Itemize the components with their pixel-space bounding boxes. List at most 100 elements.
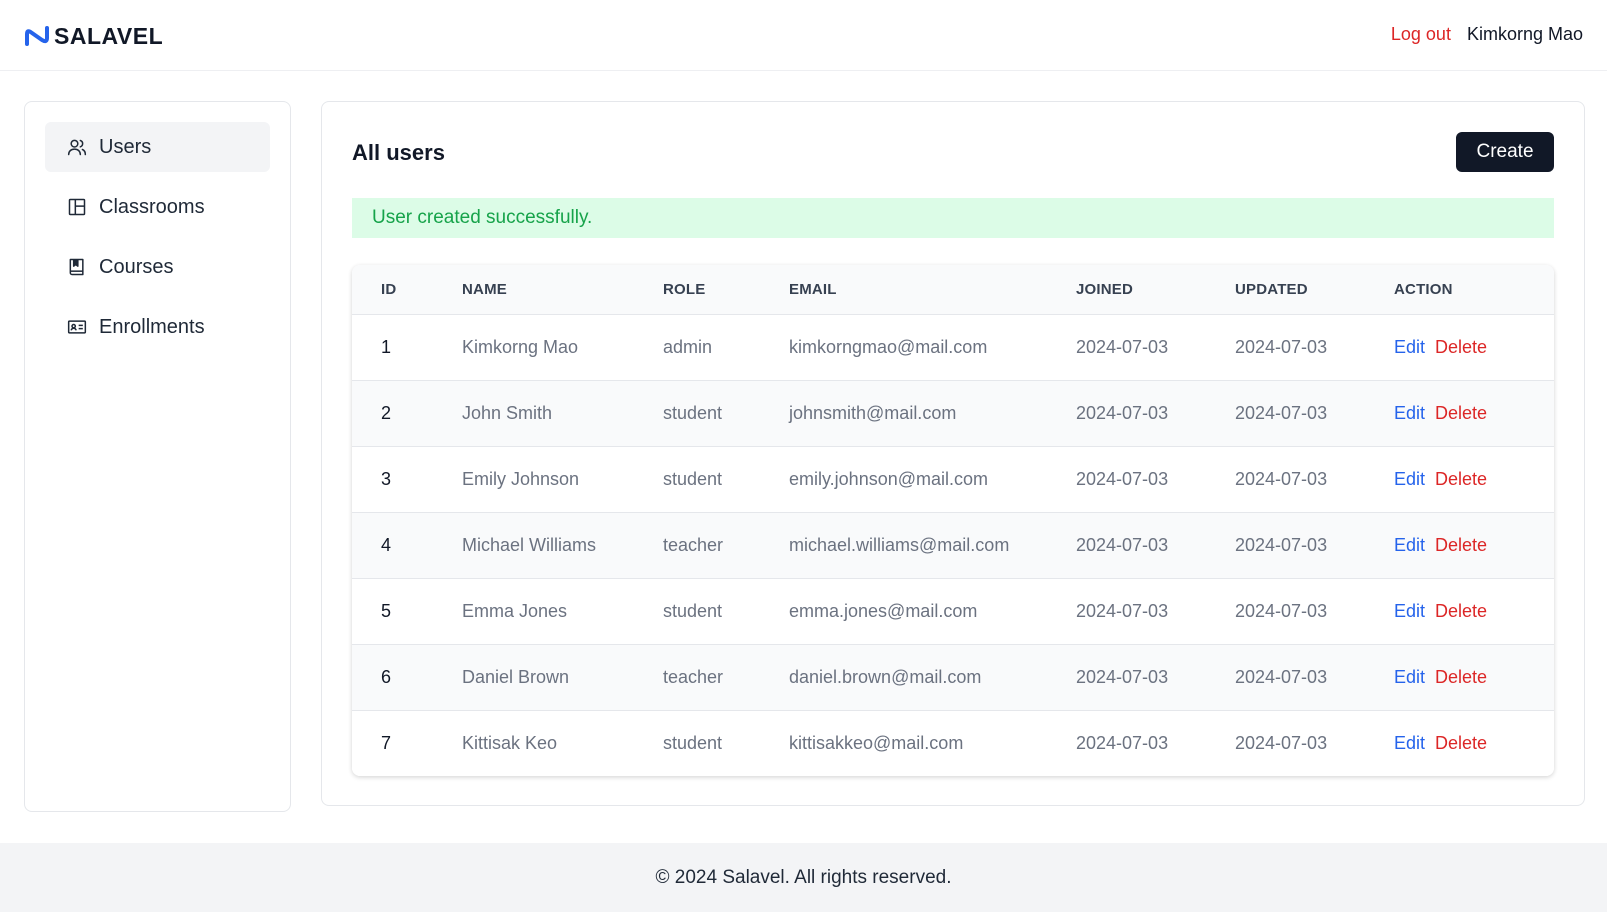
delete-link[interactable]: Delete: [1435, 403, 1487, 423]
brand-logo[interactable]: SALAVEL: [24, 22, 163, 50]
edit-link[interactable]: Edit: [1394, 403, 1425, 423]
cell-email: johnsmith@mail.com: [789, 402, 957, 423]
id-card-icon: [67, 320, 87, 334]
sidebar-item-classrooms[interactable]: Classrooms: [45, 182, 270, 232]
table-row: 3 Emily Johnson student emily.johnson@ma…: [352, 446, 1554, 512]
user-menu: Log out Kimkorng Mao: [1391, 24, 1583, 45]
edit-link[interactable]: Edit: [1394, 535, 1425, 555]
edit-link[interactable]: Edit: [1394, 337, 1425, 357]
page-footer: © 2024 Salavel. All rights reserved.: [0, 843, 1607, 912]
cell-id: 1: [381, 336, 392, 357]
sidebar-item-label: Courses: [99, 255, 174, 278]
layout-icon: [68, 198, 86, 216]
cell-joined: 2024-07-03: [1076, 732, 1169, 753]
logout-link[interactable]: Log out: [1391, 24, 1451, 45]
sidebar-item-users[interactable]: Users: [45, 122, 270, 172]
cell-email: kittisakkeo@mail.com: [789, 732, 964, 753]
cell-id: 4: [381, 534, 392, 555]
table-row: 1 Kimkorng Mao admin kimkorngmao@mail.co…: [352, 314, 1554, 380]
sidebar: Users Classrooms Courses Enrollments: [24, 101, 291, 812]
cell-id: 2: [381, 402, 392, 423]
main-panel: All users Create User created successful…: [321, 101, 1585, 806]
cell-joined: 2024-07-03: [1076, 336, 1169, 357]
delete-link[interactable]: Delete: [1435, 535, 1487, 555]
cell-joined: 2024-07-03: [1076, 468, 1169, 489]
cell-updated: 2024-07-03: [1235, 468, 1328, 489]
edit-link[interactable]: Edit: [1394, 601, 1425, 621]
brand-name: SALAVEL: [54, 22, 164, 49]
cell-action: Edit Delete: [1394, 314, 1554, 380]
table-header-row: ID NAME ROLE EMAIL JOINED UPDATED ACTION: [352, 265, 1554, 314]
sidebar-item-label: Enrollments: [99, 315, 205, 338]
cell-joined: 2024-07-03: [1076, 666, 1169, 687]
edit-link[interactable]: Edit: [1394, 469, 1425, 489]
cell-name: Kittisak Keo: [462, 732, 558, 753]
cell-name: Emily Johnson: [462, 468, 580, 489]
cell-role: student: [663, 732, 723, 753]
cell-updated: 2024-07-03: [1235, 402, 1328, 423]
cell-updated: 2024-07-03: [1235, 336, 1328, 357]
success-alert: User created successfully.: [352, 198, 1554, 238]
cell-name: John Smith: [462, 402, 553, 423]
cell-id: 7: [381, 732, 392, 753]
cell-email: emma.jones@mail.com: [789, 600, 978, 621]
cell-action: Edit Delete: [1394, 710, 1554, 776]
cell-role: student: [663, 402, 723, 423]
cell-updated: 2024-07-03: [1235, 534, 1328, 555]
delete-link[interactable]: Delete: [1435, 337, 1487, 357]
cell-email: emily.johnson@mail.com: [789, 468, 989, 489]
users-icon: [67, 139, 87, 156]
cell-email: daniel.brown@mail.com: [789, 666, 982, 687]
create-user-button[interactable]: Create: [1456, 132, 1554, 172]
column-header-joined: JOINED: [1076, 280, 1134, 298]
cell-joined: 2024-07-03: [1076, 600, 1169, 621]
delete-link[interactable]: Delete: [1435, 601, 1487, 621]
sidebar-item-enrollments[interactable]: Enrollments: [45, 302, 270, 352]
cell-joined: 2024-07-03: [1076, 402, 1169, 423]
cell-role: admin: [663, 336, 713, 357]
edit-link[interactable]: Edit: [1394, 733, 1425, 753]
column-header-id: ID: [381, 280, 397, 298]
table-row: 6 Daniel Brown teacher daniel.brown@mail…: [352, 644, 1554, 710]
delete-link[interactable]: Delete: [1435, 469, 1487, 489]
cell-role: student: [663, 600, 723, 621]
cell-updated: 2024-07-03: [1235, 666, 1328, 687]
table-row: 7 Kittisak Keo student kittisakkeo@mail.…: [352, 710, 1554, 776]
sidebar-item-courses[interactable]: Courses: [45, 242, 270, 292]
cell-name: Daniel Brown: [462, 666, 570, 687]
cell-updated: 2024-07-03: [1235, 732, 1328, 753]
cell-name: Michael Williams: [462, 534, 597, 555]
cell-role: teacher: [663, 666, 724, 687]
table-row: 2 John Smith student johnsmith@mail.com …: [352, 380, 1554, 446]
top-navbar: SALAVEL Log out Kimkorng Mao: [0, 0, 1607, 71]
user-name[interactable]: Kimkorng Mao: [1467, 24, 1583, 45]
book-icon: [69, 258, 84, 276]
delete-link[interactable]: Delete: [1435, 667, 1487, 687]
users-table: ID NAME ROLE EMAIL JOINED UPDATED ACTION…: [352, 265, 1554, 776]
cell-name: Emma Jones: [462, 600, 568, 621]
table-row: 4 Michael Williams teacher michael.willi…: [352, 512, 1554, 578]
cell-id: 6: [381, 666, 392, 687]
cell-role: student: [663, 468, 723, 489]
cell-updated: 2024-07-03: [1235, 600, 1328, 621]
cell-id: 5: [381, 600, 392, 621]
copyright-text: © 2024 Salavel. All rights reserved.: [655, 866, 952, 888]
page-title: All users: [352, 140, 445, 165]
delete-link[interactable]: Delete: [1435, 733, 1487, 753]
sidebar-item-label: Classrooms: [99, 195, 205, 218]
column-header-role: ROLE: [663, 280, 706, 298]
cell-action: Edit Delete: [1394, 446, 1554, 512]
cell-action: Edit Delete: [1394, 578, 1554, 644]
cell-joined: 2024-07-03: [1076, 534, 1169, 555]
cell-action: Edit Delete: [1394, 644, 1554, 710]
cell-email: kimkorngmao@mail.com: [789, 336, 988, 357]
cell-action: Edit Delete: [1394, 512, 1554, 578]
edit-link[interactable]: Edit: [1394, 667, 1425, 687]
salavel-logo-icon: [25, 26, 49, 46]
cell-name: Kimkorng Mao: [462, 336, 579, 357]
cell-role: teacher: [663, 534, 724, 555]
cell-action: Edit Delete: [1394, 380, 1554, 446]
cell-email: michael.williams@mail.com: [789, 534, 1010, 555]
users-table-container: ID NAME ROLE EMAIL JOINED UPDATED ACTION…: [352, 265, 1554, 776]
sidebar-item-label: Users: [99, 135, 152, 158]
